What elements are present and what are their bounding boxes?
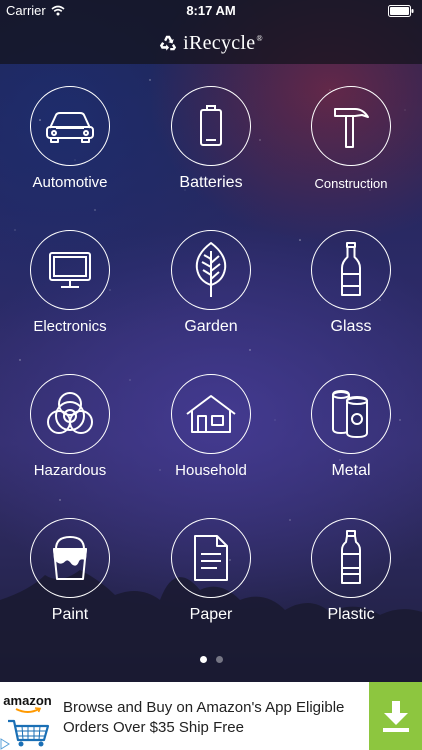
category-icon-circle	[171, 374, 251, 454]
category-garden[interactable]: Garden	[151, 230, 271, 336]
category-paint[interactable]: Paint	[10, 518, 130, 624]
category-label: Electronics	[33, 318, 107, 335]
shopping-cart-icon	[8, 719, 50, 747]
category-label: Hazardous	[33, 462, 107, 479]
document-icon	[194, 535, 228, 581]
smile-arrow-icon	[15, 707, 42, 713]
download-button[interactable]	[369, 682, 422, 750]
leaf-icon	[195, 242, 227, 297]
category-icon-circle	[30, 374, 110, 454]
category-metal[interactable]: Metal	[291, 374, 411, 480]
car-icon	[46, 112, 94, 143]
category-label: Household	[175, 462, 247, 479]
category-icon-circle	[171, 86, 251, 166]
battery-icon	[200, 105, 222, 146]
category-label: Automotive	[32, 174, 108, 191]
category-label: Paint	[51, 606, 89, 623]
category-label: Glass	[330, 318, 372, 335]
category-construction[interactable]: Construction	[291, 86, 411, 191]
category-hazardous[interactable]: Hazardous	[10, 374, 130, 479]
paint-bucket-icon	[53, 536, 87, 580]
category-label: Construction	[314, 176, 388, 191]
plastic-bottle-icon	[341, 530, 361, 584]
cans-icon	[332, 390, 368, 438]
category-icon-circle	[30, 518, 110, 598]
house-icon	[186, 395, 236, 433]
category-label: Metal	[331, 462, 371, 479]
category-electronics[interactable]: Electronics	[10, 230, 130, 335]
category-icon-circle	[311, 230, 391, 310]
category-icon-circle	[30, 86, 110, 166]
category-label: Batteries	[179, 174, 243, 191]
ad-banner[interactable]: amazon Browse and Buy on Amazon's App El…	[0, 682, 422, 750]
category-icon-circle	[311, 86, 391, 166]
category-icon-circle	[171, 518, 251, 598]
category-glass[interactable]: Glass	[291, 230, 411, 336]
category-household[interactable]: Household	[151, 374, 271, 479]
category-paper[interactable]: Paper	[151, 518, 271, 624]
category-icon-circle	[171, 230, 251, 310]
biohazard-icon	[47, 392, 93, 434]
monitor-icon	[49, 252, 91, 288]
category-icon-circle	[311, 518, 391, 598]
bottle-icon	[341, 242, 361, 296]
hammer-icon	[334, 108, 369, 148]
category-label: Garden	[184, 318, 238, 335]
category-icon-circle	[311, 374, 391, 454]
category-icon-circle	[30, 230, 110, 310]
category-automotive[interactable]: Automotive	[10, 86, 130, 191]
category-label: Paper	[189, 606, 233, 623]
category-grid: Automotive Batteries Construction Electr…	[0, 0, 422, 682]
category-batteries[interactable]: Batteries	[151, 86, 271, 192]
category-label: Plastic	[327, 606, 375, 623]
ad-choices-icon[interactable]	[0, 738, 10, 750]
page-indicator[interactable]	[0, 656, 422, 663]
download-icon	[382, 701, 409, 732]
ad-text: Browse and Buy on Amazon's App Eligible …	[63, 699, 345, 736]
page-dot-1[interactable]	[199, 656, 207, 663]
page-dot-2[interactable]	[215, 656, 223, 663]
category-plastic[interactable]: Plastic	[291, 518, 411, 624]
amazon-brand-text: amazon	[3, 693, 52, 708]
